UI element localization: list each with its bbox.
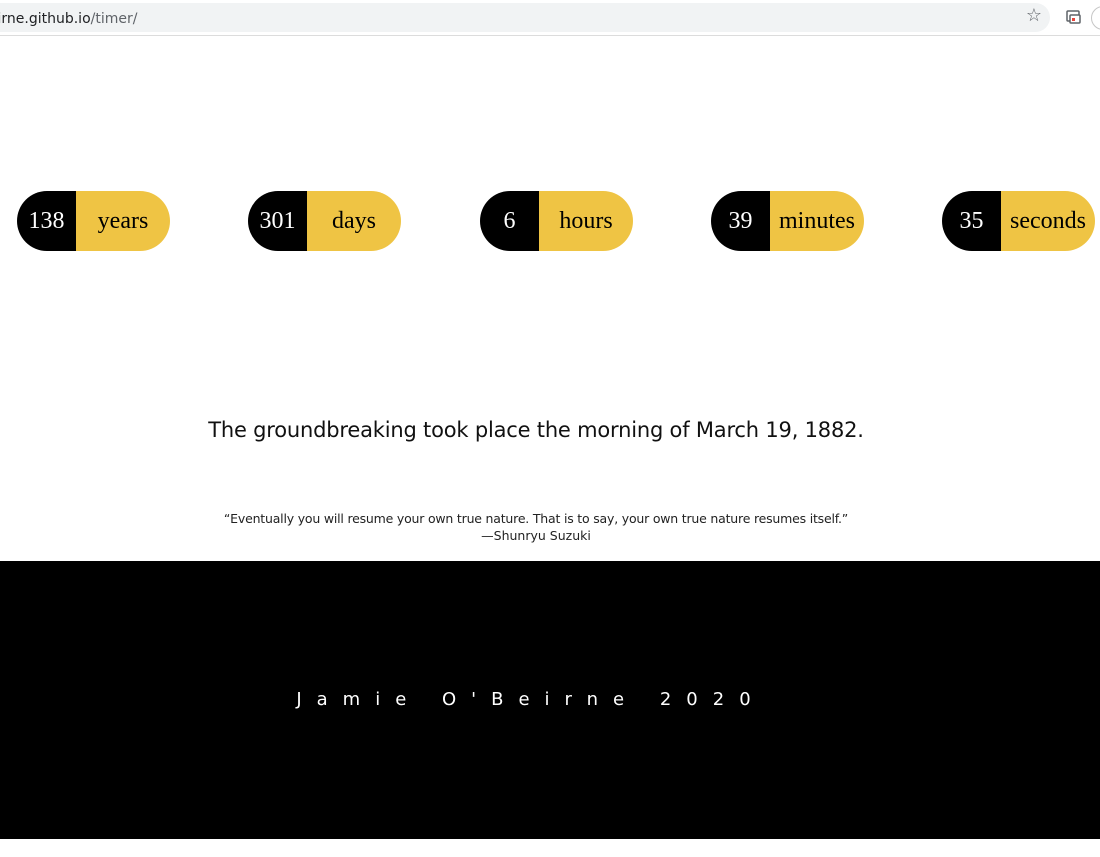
countdown-timer: 138 years 301 days 6 hours 39 minutes 35… (0, 191, 1100, 251)
timer-unit: years (76, 191, 170, 251)
browser-toolbar: beirne.github.io/timer/ ☆ (0, 0, 1100, 36)
bookmark-star-icon[interactable]: ☆ (1024, 6, 1044, 26)
timer-pill-days: 301 days (248, 191, 401, 251)
timer-value: 6 (480, 191, 539, 251)
extension-icon[interactable] (1066, 9, 1082, 25)
timer-pill-seconds: 35 seconds (942, 191, 1095, 251)
quote-author: —Shunryu Suzuki (481, 528, 591, 543)
timer-unit: hours (539, 191, 633, 251)
timer-pill-minutes: 39 minutes (711, 191, 864, 251)
groundbreaking-headline: The groundbreaking took place the mornin… (208, 418, 864, 442)
address-bar[interactable]: beirne.github.io/timer/ (0, 3, 1050, 32)
timer-unit: days (307, 191, 401, 251)
profile-avatar-icon[interactable] (1091, 6, 1100, 30)
footer-credit: Jamie O'Beirne 2020 (296, 689, 766, 710)
timer-value: 39 (711, 191, 770, 251)
url-text[interactable]: beirne.github.io/timer/ (0, 11, 137, 27)
footer: Jamie O'Beirne 2020 (0, 561, 1100, 839)
timer-value: 301 (248, 191, 307, 251)
timer-pill-years: 138 years (17, 191, 170, 251)
url-path: /timer/ (90, 11, 138, 27)
timer-unit: minutes (770, 191, 864, 251)
timer-pill-hours: 6 hours (480, 191, 633, 251)
url-host: beirne.github.io (0, 11, 91, 27)
timer-value: 35 (942, 191, 1001, 251)
timer-value: 138 (17, 191, 76, 251)
quote-text: “Eventually you will resume your own tru… (223, 511, 849, 526)
timer-unit: seconds (1001, 191, 1095, 251)
